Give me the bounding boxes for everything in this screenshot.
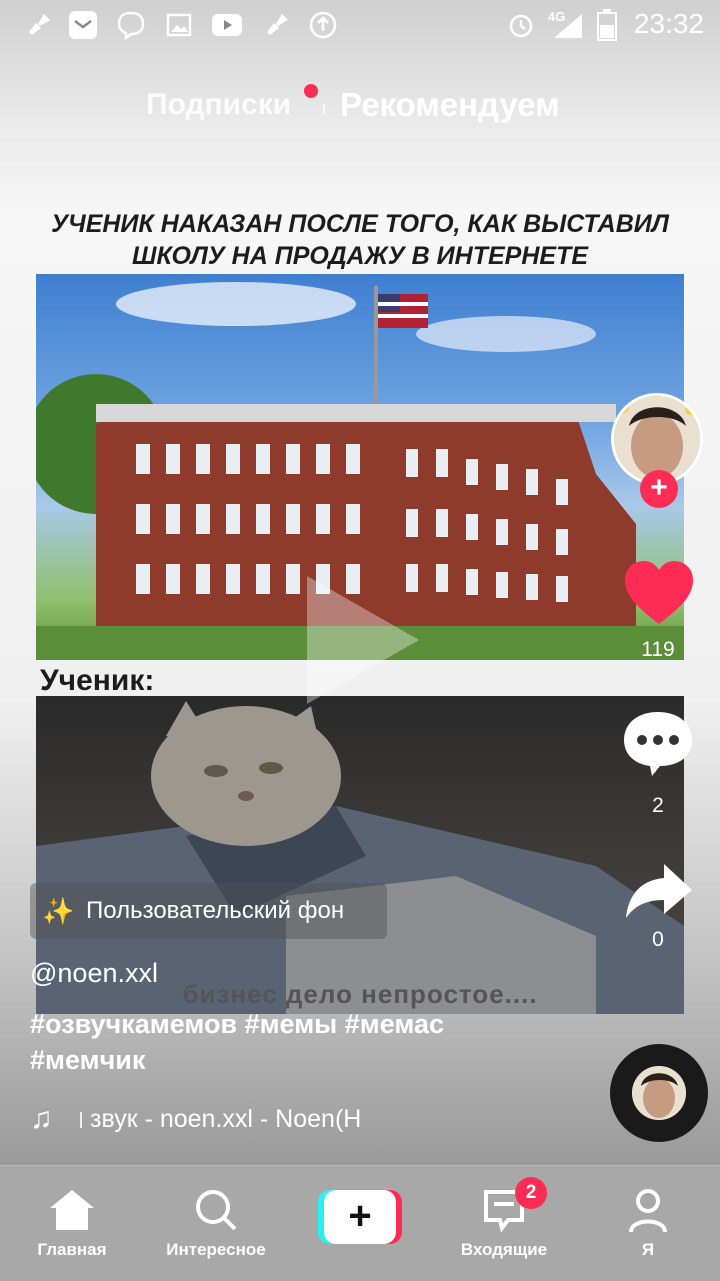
music-track-label: звук - noen.xxl - Noen(Н bbox=[90, 1105, 362, 1133]
nav-profile[interactable]: Я bbox=[608, 1166, 688, 1281]
viber-icon bbox=[114, 9, 148, 41]
youtube-icon bbox=[210, 9, 244, 41]
magic-wand-icon: ✨ bbox=[42, 895, 75, 926]
status-bar: 4G 23:32 bbox=[0, 0, 720, 50]
create-button[interactable]: + bbox=[318, 1190, 402, 1244]
hashtags-line1[interactable]: #озвучкамемов #мемы #мемас bbox=[30, 1006, 590, 1042]
tab-for-you[interactable]: Рекомендуем bbox=[340, 86, 560, 124]
author-username[interactable]: @noen.xxl bbox=[30, 958, 158, 989]
tab-following[interactable]: Подписки bbox=[146, 88, 291, 122]
share-icon[interactable] bbox=[624, 860, 694, 920]
comment-count: 2 bbox=[652, 794, 664, 817]
marquee-divider bbox=[80, 1112, 82, 1129]
nav-discover-label: Интересное bbox=[166, 1240, 266, 1259]
feed-tabs: Подписки Рекомендуем bbox=[0, 82, 720, 132]
home-icon bbox=[48, 1188, 96, 1237]
nav-discover[interactable]: Интересное bbox=[160, 1166, 272, 1281]
music-note-icon: ♫ bbox=[30, 1102, 53, 1135]
meme-caption-line1: УЧЕНИК НАКАЗАН ПОСЛЕ ТОГО, КАК ВЫСТАВИЛ bbox=[51, 210, 669, 238]
music-disc[interactable] bbox=[610, 1044, 708, 1142]
mail-icon bbox=[66, 9, 100, 41]
nav-home[interactable]: Главная bbox=[22, 1166, 122, 1281]
alarm-icon bbox=[504, 9, 538, 41]
image-icon bbox=[162, 9, 196, 41]
share-count: 0 bbox=[652, 928, 664, 951]
upload-icon bbox=[306, 9, 340, 41]
profile-icon bbox=[628, 1188, 668, 1239]
new-content-dot bbox=[304, 84, 318, 98]
nav-home-label: Главная bbox=[37, 1240, 107, 1259]
meme-caption: УЧЕНИК НАКАЗАН ПОСЛЕ ТОГО, КАК ВЫСТАВИЛ … bbox=[30, 208, 690, 272]
play-icon[interactable] bbox=[307, 576, 419, 704]
tab-divider bbox=[323, 104, 325, 114]
meme-label: Ученик: bbox=[40, 664, 155, 697]
broom-icon bbox=[22, 9, 56, 41]
effect-label: Пользовательский фон bbox=[86, 897, 345, 924]
battery-icon bbox=[592, 9, 622, 41]
effect-chip[interactable]: ✨ Пользовательский фон bbox=[30, 883, 387, 939]
meme-caption-line2: ШКОЛУ НА ПРОДАЖУ В ИНТЕРНЕТЕ bbox=[131, 242, 588, 270]
hashtags-line2[interactable]: #мемчик bbox=[30, 1042, 590, 1078]
comment-icon[interactable] bbox=[622, 708, 694, 780]
like-count: 119 bbox=[641, 638, 675, 661]
status-time: 23:32 bbox=[633, 8, 704, 39]
signal-icon: 4G bbox=[548, 9, 588, 41]
network-type: 4G bbox=[548, 9, 566, 24]
plus-icon: + bbox=[324, 1190, 396, 1244]
post-hashtags: #озвучкамемов #мемы #мемас #мемчик bbox=[30, 1006, 590, 1078]
inbox-badge: 2 bbox=[515, 1177, 547, 1209]
music-disc-avatar bbox=[632, 1066, 686, 1120]
music-track[interactable]: звук - noen.xxl - Noen(Н bbox=[80, 1105, 361, 1134]
nav-profile-label: Я bbox=[641, 1240, 655, 1259]
broom-icon bbox=[260, 9, 294, 41]
search-icon bbox=[194, 1188, 238, 1237]
follow-button[interactable]: + bbox=[640, 470, 678, 508]
nav-inbox-label: Входящие bbox=[460, 1240, 548, 1259]
like-icon[interactable] bbox=[622, 558, 696, 628]
